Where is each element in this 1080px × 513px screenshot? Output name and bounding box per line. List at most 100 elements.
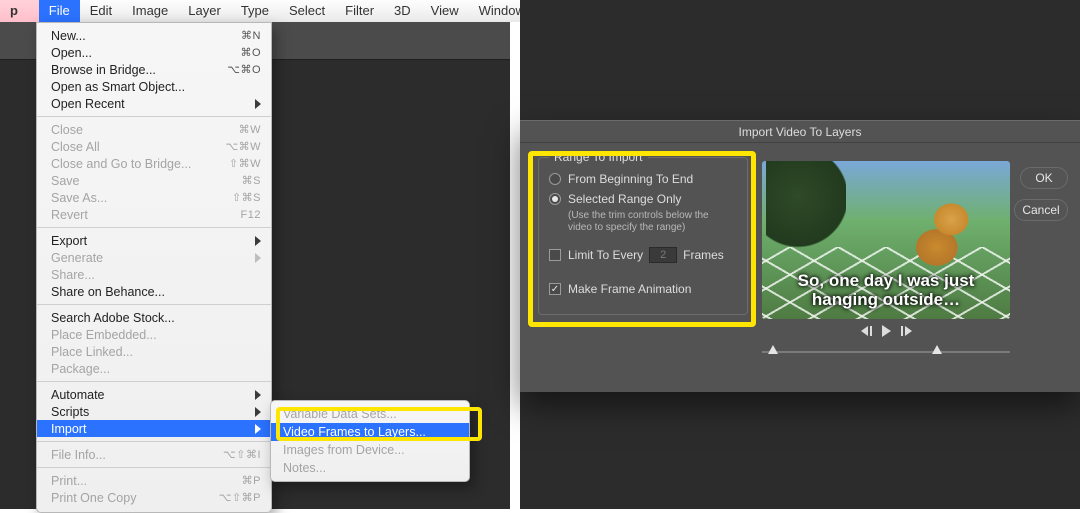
check-label: Limit To Every — [568, 248, 643, 262]
menu-item-shortcut: ⇧⌘S — [221, 191, 261, 204]
menu-item-label: Close — [51, 123, 221, 137]
menu-type[interactable]: Type — [231, 0, 279, 22]
trim-slider[interactable] — [762, 343, 1010, 361]
menu-item-label: Save — [51, 174, 221, 188]
menu-item-label: Print One Copy — [51, 491, 219, 505]
limit-frames-input[interactable]: 2 — [649, 247, 677, 263]
menu-item[interactable]: Browse in Bridge...⌥⌘O — [37, 61, 271, 78]
menu-item-label: Import — [51, 422, 249, 436]
menubar: p CC File Edit Image Layer Type Select F… — [0, 0, 582, 22]
menu-separator — [37, 467, 271, 468]
menu-item: Save⌘S — [37, 172, 271, 189]
menu-separator — [37, 116, 271, 117]
trim-handle-end[interactable] — [932, 345, 942, 354]
menu-item-label: Package... — [51, 362, 261, 376]
menu-item: Generate — [37, 249, 271, 266]
menu-item-shortcut: ⇧⌘W — [221, 157, 261, 170]
menu-item-label: Open... — [51, 46, 221, 60]
menu-item: Place Linked... — [37, 343, 271, 360]
menu-item-label: Open Recent — [51, 97, 249, 111]
menu-item[interactable]: Open Recent — [37, 95, 271, 112]
video-preview: So, one day I was just hanging outside… — [762, 161, 1010, 319]
check-limit-every[interactable]: Limit To Every — [549, 248, 643, 262]
menu-file[interactable]: File — [39, 0, 80, 22]
screenshot-left: p CC File Edit Image Layer Type Select F… — [0, 0, 510, 509]
menu-item: Save As...⇧⌘S — [37, 189, 271, 206]
menu-item: Share... — [37, 266, 271, 283]
submenu-caret-icon — [255, 99, 261, 109]
menu-edit[interactable]: Edit — [80, 0, 122, 22]
trim-handle-start[interactable] — [768, 345, 778, 354]
menu-item[interactable]: New...⌘N — [37, 27, 271, 44]
menu-item[interactable]: Export — [37, 232, 271, 249]
menu-item-shortcut: ⌥⇧⌘P — [219, 491, 261, 504]
range-to-import-group: Range To Import From Beginning To End Se… — [538, 157, 748, 315]
app-name: p CC — [0, 0, 39, 22]
radio-label: Selected Range Only — [568, 192, 681, 206]
menu-item-label: Close All — [51, 140, 221, 154]
menu-separator — [37, 441, 271, 442]
menu-3d[interactable]: 3D — [384, 0, 421, 22]
radio-label: From Beginning To End — [568, 172, 693, 186]
submenu-item[interactable]: Video Frames to Layers... — [271, 423, 469, 441]
menu-item: Print One Copy⌥⇧⌘P — [37, 489, 271, 506]
submenu-caret-icon — [255, 236, 261, 246]
menu-item-label: Save As... — [51, 191, 221, 205]
menu-item-shortcut: ⌥⇧⌘I — [221, 448, 261, 461]
cancel-button[interactable]: Cancel — [1014, 199, 1068, 221]
ok-button[interactable]: OK — [1020, 167, 1068, 189]
limit-unit: Frames — [683, 248, 724, 262]
checkbox-icon: ✓ — [549, 283, 561, 295]
file-dropdown: New...⌘NOpen...⌘OBrowse in Bridge...⌥⌘OO… — [36, 22, 272, 513]
menu-item[interactable]: Open...⌘O — [37, 44, 271, 61]
menu-item-label: Share... — [51, 268, 261, 282]
menu-item-label: Place Linked... — [51, 345, 261, 359]
menu-item: RevertF12 — [37, 206, 271, 223]
step-forward-button[interactable] — [901, 326, 912, 336]
menu-select[interactable]: Select — [279, 0, 335, 22]
screenshot-right: Import Video To Layers Range To Import F… — [520, 0, 1080, 509]
menu-item[interactable]: Share on Behance... — [37, 283, 271, 300]
menu-item: Package... — [37, 360, 271, 377]
menu-item-label: Print... — [51, 474, 221, 488]
menu-item-label: Search Adobe Stock... — [51, 311, 261, 325]
menu-item-label: Scripts — [51, 405, 249, 419]
menu-image[interactable]: Image — [122, 0, 178, 22]
menu-filter[interactable]: Filter — [335, 0, 384, 22]
menu-separator — [37, 381, 271, 382]
range-legend: Range To Import — [549, 150, 648, 164]
radio-selected-range[interactable]: Selected Range Only — [549, 192, 737, 206]
menu-item-label: Close and Go to Bridge... — [51, 157, 221, 171]
check-make-frame-animation[interactable]: ✓ Make Frame Animation — [549, 282, 737, 296]
menu-item-label: File Info... — [51, 448, 221, 462]
radio-from-beginning[interactable]: From Beginning To End — [549, 172, 737, 186]
menu-item-shortcut: F12 — [221, 209, 261, 221]
selected-range-hint: (Use the trim controls below the video t… — [568, 210, 737, 234]
submenu-caret-icon — [255, 424, 261, 434]
step-back-button[interactable] — [861, 326, 872, 336]
submenu-item: Variable Data Sets... — [271, 405, 469, 423]
preview-dog — [908, 197, 980, 267]
menu-item[interactable]: Open as Smart Object... — [37, 78, 271, 95]
step-back-icon — [861, 326, 868, 336]
import-video-dialog: Import Video To Layers Range To Import F… — [520, 120, 1080, 392]
menu-item[interactable]: Scripts — [37, 403, 271, 420]
step-forward-icon — [905, 326, 912, 336]
bar-icon — [870, 326, 872, 336]
menu-view[interactable]: View — [421, 0, 469, 22]
menu-item-shortcut: ⌘P — [221, 474, 261, 487]
menu-item: Close⌘W — [37, 121, 271, 138]
transport-controls — [762, 325, 1010, 337]
play-button[interactable] — [882, 325, 891, 337]
menu-layer[interactable]: Layer — [178, 0, 231, 22]
submenu-caret-icon — [255, 253, 261, 263]
menu-item[interactable]: Search Adobe Stock... — [37, 309, 271, 326]
menu-item-label: Revert — [51, 208, 221, 222]
submenu-item: Images from Device... — [271, 441, 469, 459]
submenu-caret-icon — [255, 390, 261, 400]
menu-item[interactable]: Import — [37, 420, 271, 437]
menu-item[interactable]: Automate — [37, 386, 271, 403]
menu-separator — [37, 227, 271, 228]
radio-icon — [549, 193, 561, 205]
menu-item-label: Open as Smart Object... — [51, 80, 261, 94]
